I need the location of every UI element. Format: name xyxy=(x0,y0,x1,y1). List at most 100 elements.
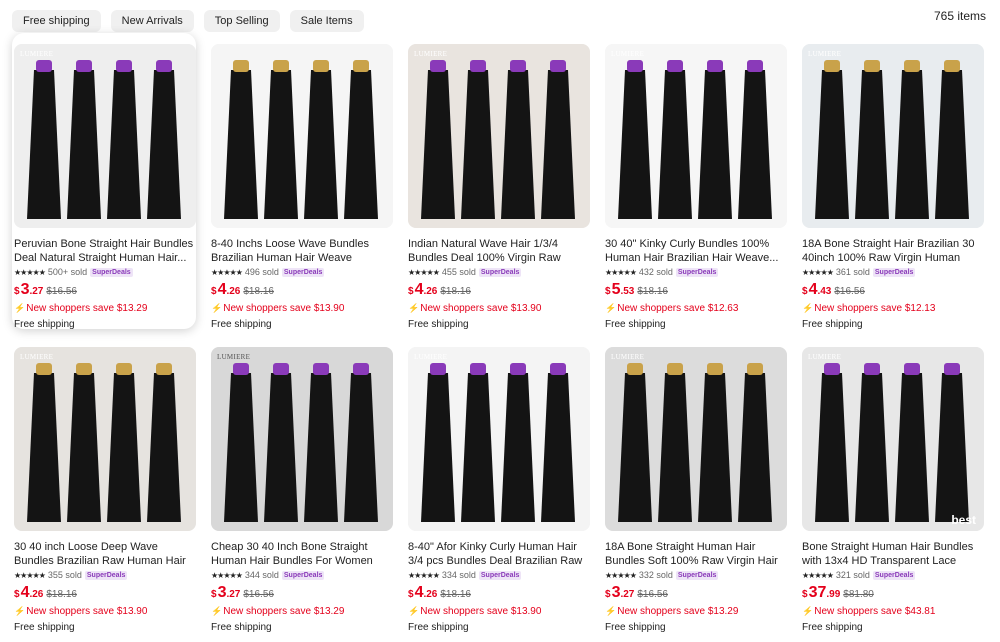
hair-bundle-image xyxy=(211,347,393,531)
product-image[interactable] xyxy=(211,44,393,228)
product-image[interactable]: LUMIERE xyxy=(211,347,393,531)
new-shopper-savings: ⚡New shoppers save $12.13 xyxy=(802,303,935,314)
hair-bundle-image xyxy=(605,44,787,228)
rating-row: ★★★★★ 321 sold SuperDeals xyxy=(802,569,916,581)
savings-text: New shoppers save $13.90 xyxy=(26,606,148,617)
price-integer: 4 xyxy=(414,281,424,298)
superdeals-badge: SuperDeals xyxy=(478,570,522,580)
rating-row: ★★★★★ 500+ sold SuperDeals xyxy=(14,266,133,278)
product-title[interactable]: Indian Natural Wave Hair 1/3/4 Bundles D… xyxy=(408,237,590,265)
price-currency: $ xyxy=(14,589,20,600)
sold-count: 355 sold xyxy=(47,570,82,580)
savings-text: New shoppers save $12.13 xyxy=(814,303,936,314)
sold-count: 432 sold xyxy=(638,267,673,277)
product-card[interactable]: LUMIERE 30 40" Kinky Curly Bundles 100% … xyxy=(603,33,787,330)
superdeals-badge: SuperDeals xyxy=(84,570,128,580)
new-shopper-savings: ⚡New shoppers save $13.90 xyxy=(408,606,541,617)
bolt-icon: ⚡ xyxy=(802,303,814,313)
price-integer: 37 xyxy=(808,584,827,601)
rating-row: ★★★★★ 344 sold SuperDeals xyxy=(211,569,325,581)
product-title[interactable]: 8-40" Afor Kinky Curly Human Hair 3/4 pc… xyxy=(408,540,590,568)
price-decimal: .53 xyxy=(620,286,635,297)
product-image[interactable]: LUMIERE xyxy=(14,347,196,531)
price: $ 4 .26 $18.16 xyxy=(211,281,274,299)
product-image[interactable]: LUMIERE best xyxy=(802,347,984,531)
superdeals-badge: SuperDeals xyxy=(872,267,916,277)
product-title[interactable]: Peruvian Bone Straight Hair Bundles Deal… xyxy=(14,237,196,265)
superdeals-badge: SuperDeals xyxy=(281,267,325,277)
product-image[interactable]: LUMIERE xyxy=(802,44,984,228)
brand-watermark: LUMIERE xyxy=(20,353,54,361)
original-price: $18.16 xyxy=(46,589,77,600)
shipping-label: Free shipping xyxy=(605,622,666,633)
product-title[interactable]: 18A Bone Straight Hair Brazilian 30 40in… xyxy=(802,237,984,265)
shipping-label: Free shipping xyxy=(14,319,75,330)
original-price: $18.16 xyxy=(440,589,471,600)
product-card[interactable]: LUMIERE Indian Natural Wave Hair 1/3/4 B… xyxy=(406,33,590,330)
savings-text: New shoppers save $43.81 xyxy=(814,606,936,617)
product-card[interactable]: LUMIERE 30 40 inch Loose Deep Wave Bundl… xyxy=(12,336,196,633)
product-title[interactable]: Bone Straight Human Hair Bundles with 13… xyxy=(802,540,984,568)
product-image[interactable]: LUMIERE xyxy=(14,44,196,228)
filter-sale-items[interactable]: Sale Items xyxy=(289,10,364,32)
shipping-label: Free shipping xyxy=(211,622,272,633)
filter-free-shipping[interactable]: Free shipping xyxy=(12,10,101,32)
savings-text: New shoppers save $13.29 xyxy=(223,606,345,617)
brand-watermark: LUMIERE xyxy=(611,353,645,361)
bolt-icon: ⚡ xyxy=(605,303,617,313)
sold-count: 321 sold xyxy=(835,570,870,580)
price-currency: $ xyxy=(408,286,414,297)
price-decimal: .27 xyxy=(620,589,635,600)
product-card[interactable]: 8-40 Inchs Loose Wave Bundles Brazilian … xyxy=(209,33,393,330)
product-card[interactable]: LUMIERE 8-40" Afor Kinky Curly Human Hai… xyxy=(406,336,590,633)
star-rating-icon: ★★★★★ xyxy=(211,267,243,277)
product-card[interactable]: LUMIERE 18A Bone Straight Human Hair Bun… xyxy=(603,336,787,633)
price-currency: $ xyxy=(802,286,808,297)
rating-row: ★★★★★ 332 sold SuperDeals xyxy=(605,569,719,581)
product-card[interactable]: LUMIERE Peruvian Bone Straight Hair Bund… xyxy=(12,33,196,330)
shipping-label: Free shipping xyxy=(802,622,863,633)
product-title[interactable]: 30 40" Kinky Curly Bundles 100% Human Ha… xyxy=(605,237,787,265)
product-title[interactable]: Cheap 30 40 Inch Bone Straight Human Hai… xyxy=(211,540,393,568)
original-price: $18.16 xyxy=(440,286,471,297)
best-overlay: best xyxy=(951,513,976,527)
product-card[interactable]: LUMIERE Cheap 30 40 Inch Bone Straight H… xyxy=(209,336,393,633)
new-shopper-savings: ⚡New shoppers save $13.29 xyxy=(14,303,147,314)
filter-top-selling[interactable]: Top Selling xyxy=(203,10,280,32)
brand-watermark: LUMIERE xyxy=(808,353,842,361)
new-shopper-savings: ⚡New shoppers save $13.29 xyxy=(605,606,738,617)
price-integer: 3 xyxy=(611,584,621,601)
hair-bundle-image xyxy=(605,347,787,531)
product-card[interactable]: LUMIERE 18A Bone Straight Hair Brazilian… xyxy=(800,33,984,330)
price-currency: $ xyxy=(408,589,414,600)
product-image[interactable]: LUMIERE xyxy=(605,44,787,228)
bolt-icon: ⚡ xyxy=(802,606,814,616)
product-image[interactable]: LUMIERE xyxy=(408,347,590,531)
price: $ 4 .26 $18.16 xyxy=(408,281,471,299)
original-price: $18.16 xyxy=(243,286,274,297)
price: $ 3 .27 $16.56 xyxy=(211,584,274,602)
price-integer: 4 xyxy=(414,584,424,601)
original-price: $16.56 xyxy=(46,286,77,297)
sold-count: 361 sold xyxy=(835,267,870,277)
product-title[interactable]: 8-40 Inchs Loose Wave Bundles Brazilian … xyxy=(211,237,393,265)
product-card[interactable]: LUMIERE best Bone Straight Human Hair Bu… xyxy=(800,336,984,633)
hair-bundle-image xyxy=(14,44,196,228)
product-title[interactable]: 18A Bone Straight Human Hair Bundles Sof… xyxy=(605,540,787,568)
savings-text: New shoppers save $13.90 xyxy=(420,303,542,314)
bolt-icon: ⚡ xyxy=(408,606,420,616)
hair-bundle-image xyxy=(802,44,984,228)
sold-count: 344 sold xyxy=(244,570,279,580)
savings-text: New shoppers save $13.90 xyxy=(420,606,542,617)
product-title[interactable]: 30 40 inch Loose Deep Wave Bundles Brazi… xyxy=(14,540,196,568)
price: $ 4 .43 $16.56 xyxy=(802,281,865,299)
star-rating-icon: ★★★★★ xyxy=(408,267,440,277)
brand-watermark: LUMIERE xyxy=(611,50,645,58)
star-rating-icon: ★★★★★ xyxy=(14,570,46,580)
product-image[interactable]: LUMIERE xyxy=(408,44,590,228)
sold-count: 500+ sold xyxy=(47,267,88,277)
price-integer: 4 xyxy=(20,584,30,601)
filter-new-arrivals[interactable]: New Arrivals xyxy=(110,10,194,32)
price: $ 37 .99 $81.80 xyxy=(802,584,874,602)
product-image[interactable]: LUMIERE xyxy=(605,347,787,531)
